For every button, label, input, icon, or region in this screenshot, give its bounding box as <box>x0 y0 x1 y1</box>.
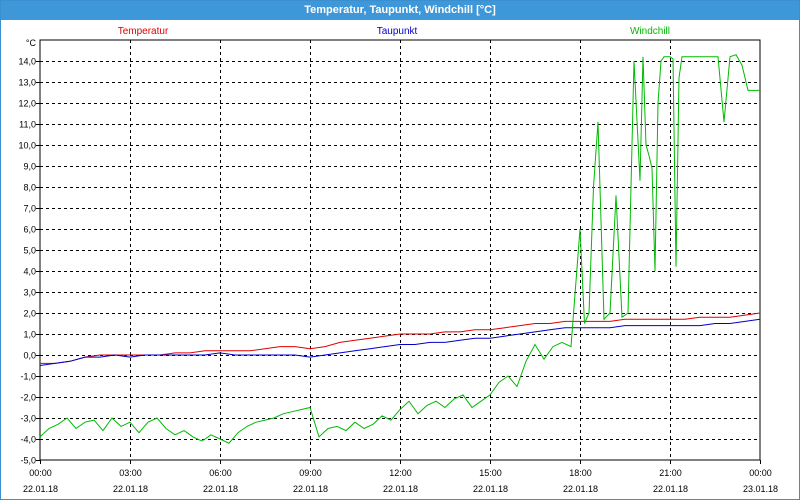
x-tick-date-label: 22.01.18 <box>23 484 58 494</box>
line-chart: -5,0 -4,0 -3,0 -2,0 -1,0 0,0 1,0 2,0 3,0 4,0 5,0 6,… <box>18 26 778 494</box>
y-tick-label: -4,0 <box>20 435 36 445</box>
x-tick-date-label: 22.01.18 <box>203 484 238 494</box>
x-tick-date-label: 22.01.18 <box>473 484 508 494</box>
y-tick-label: -5,0 <box>20 456 36 466</box>
x-tick-time-label: 03:00 <box>119 468 142 478</box>
x-tick-date-label: 22.01.18 <box>653 484 688 494</box>
y-tick-label: 3,0 <box>23 288 36 298</box>
y-tick-label: -1,0 <box>20 372 36 382</box>
y-tick-label: 7,0 <box>23 204 36 214</box>
y-tick-label: 11,0 <box>19 120 36 130</box>
legend-windchill: Windchill <box>630 26 670 37</box>
y-tick-label: 1,0 <box>23 330 36 340</box>
legend-taupunkt: Taupunkt <box>377 26 418 37</box>
y-tick-label: -2,0 <box>20 393 36 403</box>
x-tick-time-label: 21:00 <box>659 468 682 478</box>
y-tick-label: 6,0 <box>23 225 36 235</box>
legend-temperatur: Temperatur <box>118 26 169 37</box>
y-tick-label: 13,0 <box>18 78 36 88</box>
y-tick-label: 14,0 <box>18 57 36 67</box>
y-tick-label: 2,0 <box>23 309 36 319</box>
y-tick-label: 5,0 <box>23 246 36 256</box>
y-tick-label: 4,0 <box>23 267 36 277</box>
x-tick-time-label: 06:00 <box>209 468 232 478</box>
x-tick-time-label: 00:00 <box>29 468 52 478</box>
x-tick-date-label: 23.01.18 <box>743 484 778 494</box>
y-tick-label: 10,0 <box>18 141 36 151</box>
x-tick-date-label: 22.01.18 <box>113 484 148 494</box>
x-tick-time-label: 15:00 <box>479 468 502 478</box>
x-tick-date-label: 22.01.18 <box>563 484 598 494</box>
y-tick-label: -3,0 <box>20 414 36 424</box>
y-tick-label: 0,0 <box>23 351 36 361</box>
x-tick-time-label: 09:00 <box>299 468 322 478</box>
x-tick-time-label: 00:00 <box>749 468 772 478</box>
x-tick-date-label: 22.01.18 <box>383 484 418 494</box>
x-tick-time-label: 18:00 <box>569 468 592 478</box>
x-tick-time-label: 12:00 <box>389 468 412 478</box>
y-tick-label: 12,0 <box>18 99 36 109</box>
x-tick-date-label: 22.01.18 <box>293 484 328 494</box>
y-axis-label: °C <box>26 38 37 48</box>
y-tick-label: 8,0 <box>23 183 36 193</box>
y-tick-label: 9,0 <box>23 162 36 172</box>
